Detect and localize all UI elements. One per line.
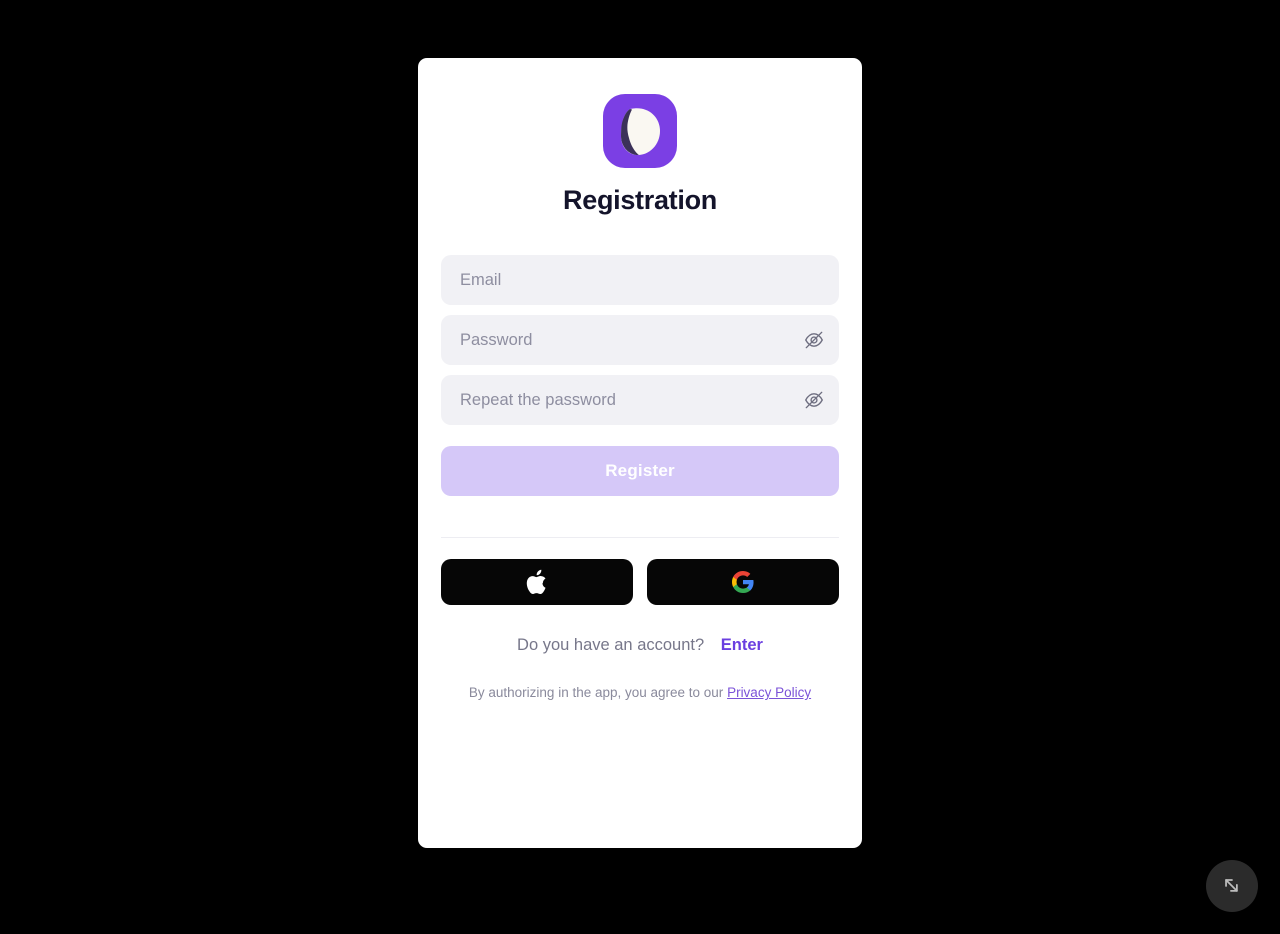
email-field[interactable] xyxy=(441,255,839,305)
email-input[interactable] xyxy=(441,255,839,305)
terms-text: By authorizing in the app, you agree to … xyxy=(441,684,839,701)
section-divider xyxy=(441,537,839,538)
apple-signin-button[interactable] xyxy=(441,559,633,605)
social-login-row xyxy=(441,559,839,605)
registration-form xyxy=(441,255,839,425)
password-input[interactable] xyxy=(441,315,795,365)
app-screen: Registration Email Register Do you have … xyxy=(0,0,1280,934)
eye-off-icon[interactable] xyxy=(795,315,839,365)
google-icon xyxy=(732,571,754,593)
expand-fullscreen-button[interactable] xyxy=(1206,860,1258,912)
existing-account-question: Do you have an account? xyxy=(517,636,705,654)
leaf-logo-icon xyxy=(621,108,660,155)
existing-account-row: Do you have an account? Enter xyxy=(441,636,839,655)
google-signin-button[interactable] xyxy=(647,559,839,605)
apple-icon xyxy=(526,569,546,594)
repeat-password-input[interactable] xyxy=(441,375,795,425)
eye-off-icon-repeat[interactable] xyxy=(795,375,839,425)
terms-prefix: By authorizing in the app, you agree to … xyxy=(468,685,728,700)
enter-link[interactable]: Enter xyxy=(721,636,763,654)
app-logo xyxy=(603,94,677,168)
eye-off-glyph xyxy=(805,331,823,349)
repeat-password-field[interactable] xyxy=(441,375,839,425)
logo-container xyxy=(441,94,839,168)
registration-card: Registration Email Register Do you have … xyxy=(418,58,862,848)
password-field[interactable] xyxy=(441,315,839,365)
page-title: Registration xyxy=(563,185,717,215)
eye-off-glyph xyxy=(805,391,823,409)
privacy-policy-link[interactable]: Privacy Policy xyxy=(727,685,811,700)
expand-diagonal-icon xyxy=(1225,879,1238,892)
register-button[interactable]: Register xyxy=(441,446,839,496)
